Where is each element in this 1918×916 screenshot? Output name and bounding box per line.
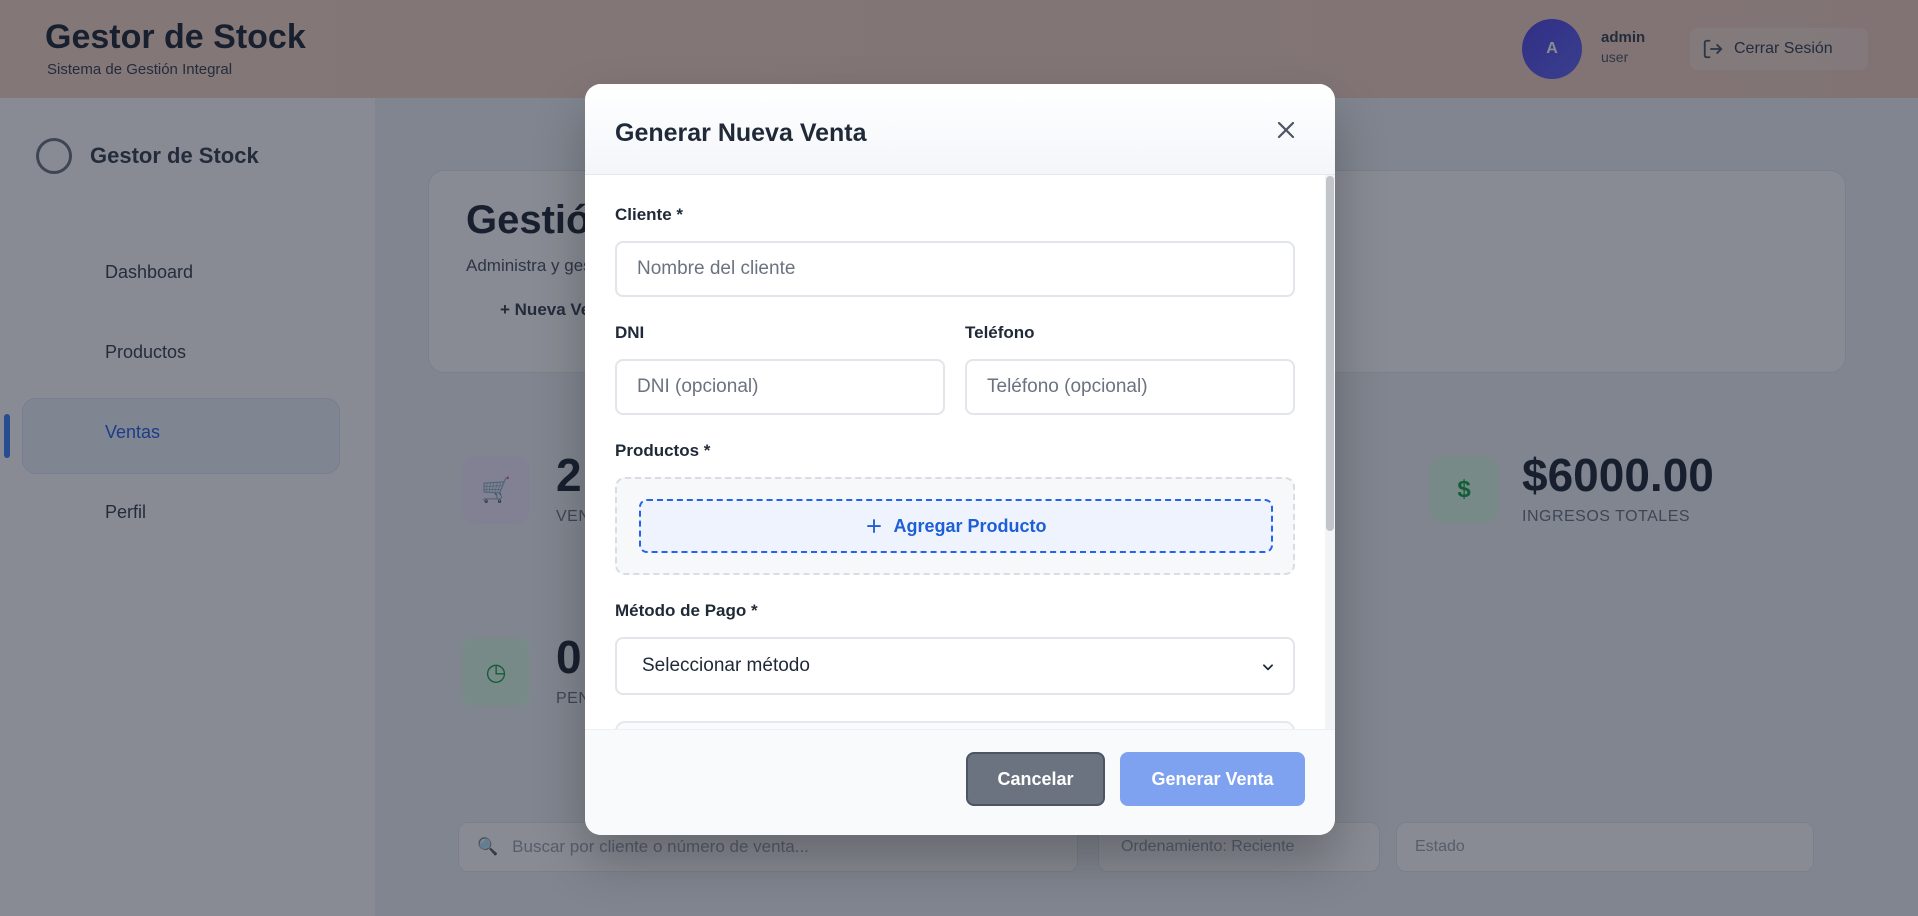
new-sale-modal: Generar Nueva Venta Cliente * DNI Teléfo…: [585, 84, 1335, 835]
metodo-pago-select[interactable]: Seleccionar método: [615, 637, 1295, 695]
modal-scrollbar-thumb[interactable]: [1326, 176, 1334, 531]
add-product-button[interactable]: Agregar Producto: [639, 499, 1273, 553]
cliente-input[interactable]: [615, 241, 1295, 297]
close-button[interactable]: [1271, 115, 1301, 145]
metodo-pago-value: Seleccionar método: [642, 655, 810, 676]
close-icon: [1277, 121, 1295, 139]
metodo-pago-label: Método de Pago *: [615, 601, 758, 620]
telefono-label: Teléfono: [965, 323, 1035, 342]
products-dropzone: Agregar Producto: [615, 477, 1295, 575]
modal-title: Generar Nueva Venta: [615, 119, 867, 147]
chevron-down-icon: [1263, 664, 1273, 671]
add-product-label: Agregar Producto: [893, 515, 1047, 536]
cancel-button[interactable]: Cancelar: [966, 752, 1105, 806]
cliente-label: Cliente *: [615, 205, 684, 224]
dni-input[interactable]: [615, 359, 945, 415]
modal-header: Generar Nueva Venta: [585, 84, 1335, 175]
generate-sale-button[interactable]: Generar Venta: [1120, 752, 1305, 806]
dni-label: DNI: [615, 323, 645, 342]
productos-label: Productos *: [615, 441, 711, 460]
telefono-input[interactable]: [965, 359, 1295, 415]
modal-footer: Cancelar Generar Venta: [585, 729, 1335, 835]
plus-icon: [867, 519, 882, 533]
